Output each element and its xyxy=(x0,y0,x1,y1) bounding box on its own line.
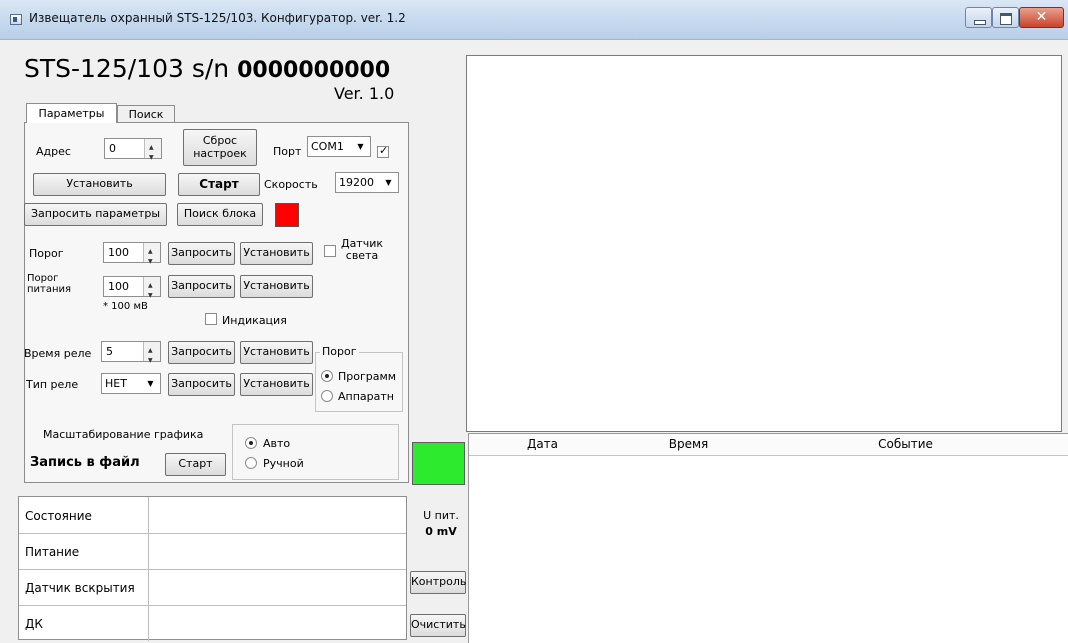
scale-manual-label: Ручной xyxy=(263,457,304,470)
stepper-arrows-icon[interactable] xyxy=(143,341,160,370)
threshold-label: Порог xyxy=(29,247,64,260)
power-threshold-request-button[interactable]: Запросить xyxy=(168,275,235,298)
address-stepper[interactable]: 0 xyxy=(104,138,162,167)
close-icon: ✕ xyxy=(1035,9,1048,25)
relay-type-label: Тип реле xyxy=(26,378,79,391)
serial-label: s/n xyxy=(191,54,230,83)
stepper-arrows-icon[interactable] xyxy=(144,138,161,167)
table-row: Состояние xyxy=(19,497,406,534)
threshold-program-radio[interactable] xyxy=(321,370,333,382)
reset-settings-button[interactable]: Сброс настроек xyxy=(183,129,257,166)
threshold-request-button[interactable]: Запросить xyxy=(168,242,235,265)
scale-auto-radio[interactable] xyxy=(245,437,257,449)
indication-label: Индикация xyxy=(222,314,287,327)
port-value: COM1 xyxy=(311,140,344,153)
relay-type-request-button[interactable]: Запросить xyxy=(168,373,235,396)
address-value: 0 xyxy=(109,142,116,155)
relay-type-select[interactable]: НЕТ ▼ xyxy=(101,373,161,394)
speed-value: 19200 xyxy=(339,176,374,189)
chevron-down-icon: ▼ xyxy=(147,379,154,388)
graph-area[interactable] xyxy=(466,55,1062,432)
voltage-label: U пит. xyxy=(423,509,459,522)
threshold-program-label: Программ xyxy=(338,370,397,383)
power-threshold-stepper[interactable]: 100 xyxy=(103,276,161,305)
row-label: Датчик вскрытия xyxy=(25,581,135,595)
threshold-set-button[interactable]: Установить xyxy=(240,242,313,265)
status-indicator-red xyxy=(275,203,299,227)
stepper-arrows-icon[interactable] xyxy=(143,242,160,271)
row-label: Состояние xyxy=(25,509,92,523)
relay-type-set-button[interactable]: Установить xyxy=(240,373,313,396)
port-label: Порт xyxy=(273,145,302,158)
scale-manual-radio[interactable] xyxy=(245,457,257,469)
column-header-event[interactable]: Событие xyxy=(761,434,1051,456)
event-log[interactable]: Дата Время Событие xyxy=(468,433,1068,643)
set-address-button[interactable]: Установить xyxy=(33,173,166,196)
column-header-time[interactable]: Время xyxy=(616,434,762,456)
voltage-value: 0 mV xyxy=(425,525,457,538)
power-threshold-value: 100 xyxy=(108,280,129,293)
port-select[interactable]: COM1 ▼ xyxy=(307,136,371,157)
record-to-file-label: Запись в файл xyxy=(30,455,140,470)
table-row: Питание xyxy=(19,533,406,570)
table-row: ДК xyxy=(19,605,406,641)
threshold-value: 100 xyxy=(108,246,129,259)
unit-note: * 100 мВ xyxy=(103,301,148,312)
search-block-button[interactable]: Поиск блока xyxy=(177,203,263,226)
speed-label: Скорость xyxy=(264,178,318,191)
record-start-button[interactable]: Старт xyxy=(165,453,226,476)
chevron-down-icon: ▼ xyxy=(385,178,392,187)
clear-button[interactable]: Очистить xyxy=(410,614,466,637)
threshold-hardware-label: Аппаратн xyxy=(338,390,394,403)
row-label: Питание xyxy=(25,545,80,559)
request-parameters-button[interactable]: Запросить параметры xyxy=(24,203,167,226)
tab-search[interactable]: Поиск xyxy=(117,105,175,123)
indication-checkbox[interactable] xyxy=(205,313,217,325)
table-row: Датчик вскрытия xyxy=(19,569,406,606)
minimize-button[interactable] xyxy=(965,7,992,28)
window-title: Извещатель охранный STS-125/103. Конфигу… xyxy=(29,11,406,25)
stepper-arrows-icon[interactable] xyxy=(143,276,160,305)
column-header-spacer xyxy=(1050,434,1068,456)
power-threshold-set-button[interactable]: Установить xyxy=(240,275,313,298)
tab-parameters[interactable]: Параметры xyxy=(26,103,117,123)
voltage-readout: U пит. 0 mV xyxy=(416,508,466,540)
scale-auto-label: Авто xyxy=(263,437,291,450)
close-button[interactable]: ✕ xyxy=(1019,7,1064,28)
control-button[interactable]: Контроль xyxy=(410,571,466,594)
relay-time-stepper[interactable]: 5 xyxy=(101,341,161,370)
threshold-hardware-radio[interactable] xyxy=(321,390,333,402)
status-table: Состояние Питание Датчик вскрытия ДК xyxy=(18,496,407,641)
power-threshold-label: Порог питания xyxy=(27,273,72,295)
device-model: STS-125/103 xyxy=(24,54,184,83)
status-indicator-green xyxy=(412,442,465,485)
relay-time-label: Время реле xyxy=(24,347,92,360)
chevron-down-icon: ▼ xyxy=(357,142,364,151)
light-sensor-checkbox[interactable] xyxy=(324,245,336,257)
address-label: Адрес xyxy=(36,145,71,158)
scale-mode-group xyxy=(232,424,399,480)
relay-time-set-button[interactable]: Установить xyxy=(240,341,313,364)
firmware-version: Ver. 1.0 xyxy=(334,84,395,103)
threshold-mode-label: Порог xyxy=(320,345,359,358)
device-title: STS-125/103 s/n 0000000000 xyxy=(24,54,390,83)
row-label: ДК xyxy=(25,617,43,631)
speed-select[interactable]: 19200 ▼ xyxy=(335,172,399,193)
start-button[interactable]: Старт xyxy=(178,173,260,196)
light-sensor-label: Датчик света xyxy=(340,237,384,262)
scale-label: Масштабирование графика xyxy=(43,428,204,441)
app-icon xyxy=(10,14,22,25)
serial-number: 0000000000 xyxy=(237,58,391,83)
relay-time-value: 5 xyxy=(106,345,113,358)
column-header-date[interactable]: Дата xyxy=(469,434,617,456)
relay-type-value: НЕТ xyxy=(105,377,127,390)
maximize-button[interactable] xyxy=(992,7,1019,28)
threshold-stepper[interactable]: 100 xyxy=(103,242,161,271)
relay-time-request-button[interactable]: Запросить xyxy=(168,341,235,364)
port-checkbox[interactable] xyxy=(377,144,389,158)
